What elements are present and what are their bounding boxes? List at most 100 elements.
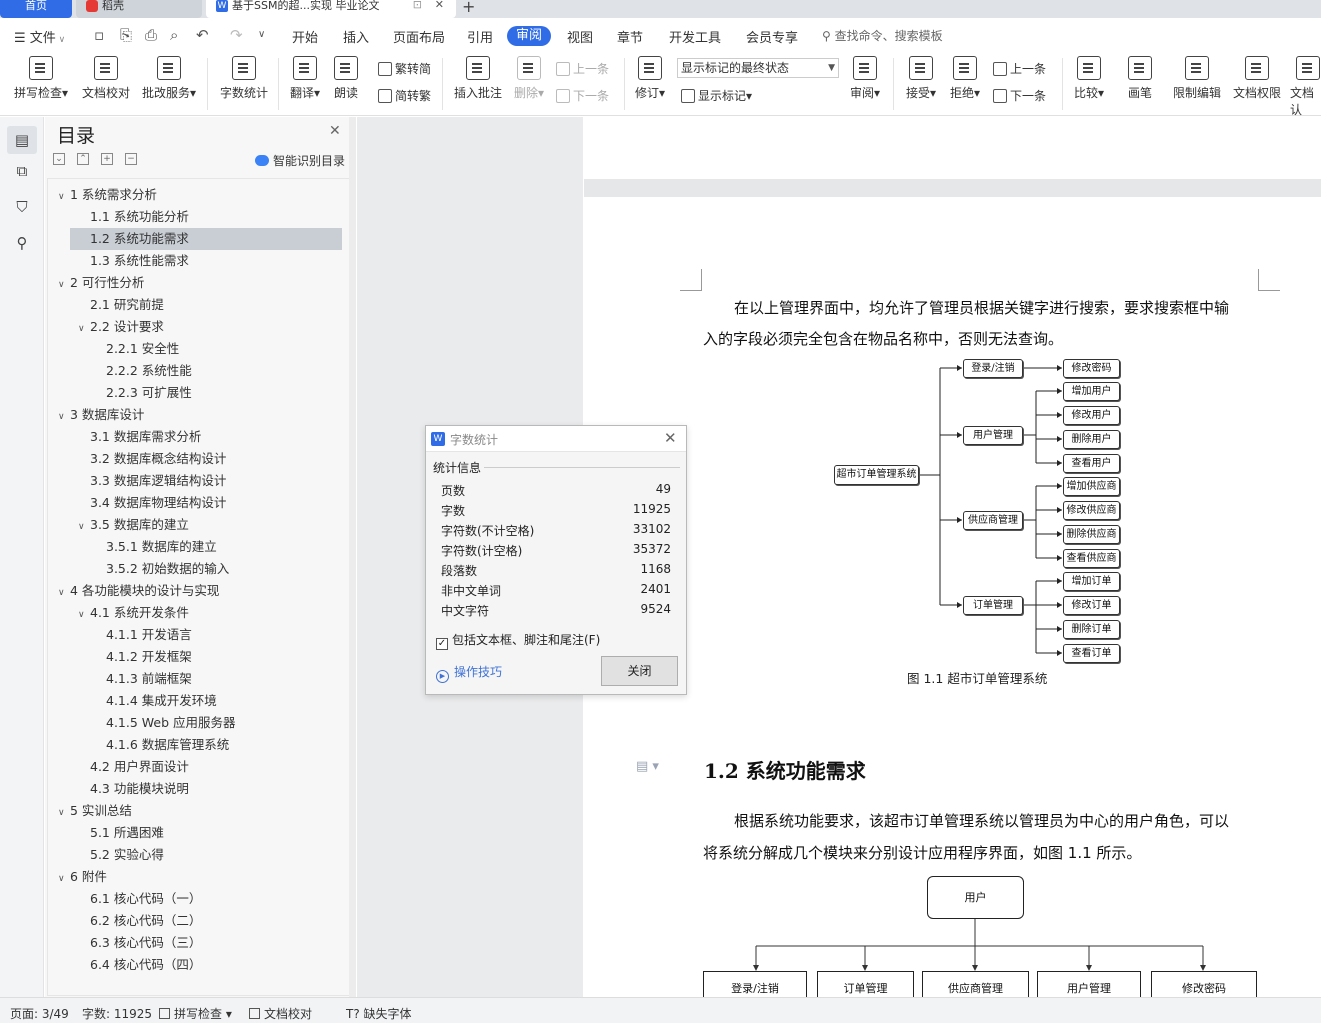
tab-pin-icon[interactable]: ⊡ [413, 0, 422, 11]
word-count-indicator[interactable]: 字数: 11925 [82, 1005, 152, 1022]
menu-insert[interactable]: 插入 [343, 27, 369, 46]
tips-link[interactable]: ▶ 操作技巧 [436, 663, 502, 683]
delete-comment-button[interactable]: 删除▾ [510, 56, 548, 101]
smart-toc-button[interactable]: 智能识别目录 [255, 152, 345, 169]
tab-close-icon[interactable]: ✕ [435, 0, 444, 11]
expand-arrow-icon[interactable]: ∨ [78, 318, 90, 340]
toc-item[interactable]: 3.5.1 数据库的建立 [106, 536, 217, 558]
save-icon[interactable]: ▫ [94, 26, 104, 44]
toc-item[interactable]: ∨ 2 可行性分析 [58, 272, 144, 294]
menu-file[interactable]: ☰ 文件 ∨ [14, 27, 65, 46]
expand-level-icon[interactable]: ⌃ [77, 153, 89, 165]
menu-references[interactable]: 引用 [467, 27, 493, 46]
print-icon[interactable]: ⎙ [145, 26, 157, 44]
word-count-button[interactable]: 字数统计 [218, 56, 270, 101]
expand-arrow-icon[interactable]: ∨ [78, 516, 90, 538]
missing-fonts-indicator[interactable]: T? 缺失字体 [346, 1005, 412, 1022]
collapse-all-icon[interactable]: ⌄ [53, 153, 65, 165]
toc-item[interactable]: 4.1.1 开发语言 [106, 624, 192, 646]
toc-item[interactable]: 6.2 核心代码（二） [90, 910, 201, 932]
close-icon[interactable]: ✕ [329, 123, 341, 139]
dialog-titlebar[interactable]: W 字数统计 ✕ [426, 426, 686, 452]
doc-permission-button[interactable]: 文档权限 [1230, 56, 1284, 101]
command-search[interactable]: ⚲ 查找命令、搜索模板 [822, 27, 943, 44]
toc-item[interactable]: 5.2 实验心得 [90, 844, 164, 866]
toc-item[interactable]: 1.3 系统性能需求 [90, 250, 189, 272]
expand-arrow-icon[interactable]: ∨ [58, 406, 70, 428]
add-heading-icon[interactable]: + [101, 153, 113, 165]
chapter-nav-icon[interactable]: ⧉ [12, 161, 32, 181]
expand-arrow-icon[interactable]: ∨ [58, 582, 70, 604]
toc-item[interactable]: ∨ 3.5 数据库的建立 [78, 514, 189, 536]
status-spell-check[interactable]: 拼写检查 ▾ [159, 1005, 232, 1022]
expand-arrow-icon[interactable]: ∨ [58, 802, 70, 824]
expand-arrow-icon[interactable]: ∨ [58, 186, 70, 208]
menu-view[interactable]: 视图 [567, 27, 593, 46]
quick-access-more-icon[interactable]: ∨ [258, 29, 265, 40]
toc-item[interactable]: ∨ 5 实训总结 [58, 800, 132, 822]
new-tab-plus-icon[interactable]: + [462, 0, 475, 16]
toc-item[interactable]: ∨ 4.1 系统开发条件 [78, 602, 189, 624]
toc-item[interactable]: 1.2 系统功能需求 [70, 228, 342, 250]
next-comment-button[interactable]: 下一条 [556, 87, 609, 104]
toc-item[interactable]: 6.3 核心代码（三） [90, 932, 201, 954]
toc-item[interactable]: 3.5.2 初始数据的输入 [106, 558, 229, 580]
bookmark-icon[interactable]: ⛉ [12, 197, 32, 217]
tab-daoke[interactable]: 稻壳 [76, 0, 202, 18]
toc-item[interactable]: 3.3 数据库逻辑结构设计 [90, 470, 226, 492]
close-button[interactable]: 关闭 [601, 656, 678, 686]
next-change-button[interactable]: 下一条 [993, 87, 1046, 104]
prev-change-button[interactable]: 上一条 [993, 60, 1046, 77]
expand-arrow-icon[interactable]: ∨ [58, 274, 70, 296]
toc-item[interactable]: ∨ 3 数据库设计 [58, 404, 144, 426]
document-page[interactable]: 在以上管理界面中，均允许了管理员根据关键字进行搜索，要求搜索框中输 入的字段必须… [584, 197, 1321, 1001]
batch-service-button[interactable]: 批改服务▾ [140, 56, 198, 101]
menu-developer[interactable]: 开发工具 [669, 27, 721, 46]
compare-button[interactable]: 比较▾ [1070, 56, 1108, 101]
tab-home[interactable]: 首页 [0, 0, 72, 18]
toc-item[interactable]: 5.1 所遇困难 [90, 822, 164, 844]
print-preview-icon[interactable]: ⌕ [170, 26, 178, 44]
toc-item[interactable]: 2.1 研究前提 [90, 294, 164, 316]
expand-arrow-icon[interactable]: ∨ [78, 604, 90, 626]
spell-check-button[interactable]: 拼写检查▾ [12, 56, 70, 101]
redo-icon[interactable]: ↷ [230, 26, 243, 44]
toc-item[interactable]: 3.1 数据库需求分析 [90, 426, 201, 448]
doc-auth-button[interactable]: 文档认 [1290, 56, 1321, 118]
doc-proofread-button[interactable]: 文档校对 [80, 56, 132, 101]
toc-item[interactable]: ∨ 1 系统需求分析 [58, 184, 157, 206]
toc-panel-icon[interactable]: ▤ [7, 126, 37, 154]
menu-chapter[interactable]: 章节 [617, 27, 643, 46]
reject-change-button[interactable]: 拒绝▾ [946, 56, 984, 101]
remove-heading-icon[interactable]: − [125, 153, 137, 165]
read-aloud-button[interactable]: 朗读 [330, 56, 362, 101]
toc-item[interactable]: ∨ 2.2 设计要求 [78, 316, 164, 338]
menu-layout[interactable]: 页面布局 [393, 27, 445, 46]
toc-item[interactable]: 2.2.1 安全性 [106, 338, 179, 360]
close-icon[interactable]: ✕ [664, 429, 677, 447]
toc-item[interactable]: 4.2 用户界面设计 [90, 756, 189, 778]
show-markup-button[interactable]: 显示标记▾ [681, 87, 752, 104]
toc-scrollbar[interactable] [349, 117, 356, 997]
track-changes-button[interactable]: 修订▾ [632, 56, 668, 101]
tab-document[interactable]: W 基于SSM的超...实现 毕业论文 ⊡ ✕ [206, 0, 456, 18]
search-icon[interactable]: ⚲ [12, 233, 32, 253]
include-footnotes-checkbox[interactable]: ✓ 包括文本框、脚注和尾注(F) [436, 631, 600, 650]
toc-item[interactable]: ∨ 6 附件 [58, 866, 107, 888]
undo-icon[interactable]: ↶ [196, 26, 209, 44]
expand-arrow-icon[interactable]: ∨ [58, 868, 70, 890]
toc-item[interactable]: 4.1.3 前端框架 [106, 668, 192, 690]
toc-item[interactable]: 3.2 数据库概念结构设计 [90, 448, 226, 470]
pen-button[interactable]: 画笔 [1124, 56, 1156, 101]
trad-to-simp-button[interactable]: 繁转简 [378, 60, 431, 77]
toc-item[interactable]: 2.2.2 系统性能 [106, 360, 192, 382]
toc-item[interactable]: 6.1 核心代码（一） [90, 888, 201, 910]
toc-item[interactable]: 2.2.3 可扩展性 [106, 382, 192, 404]
export-pdf-icon[interactable]: ⎘ [120, 26, 132, 44]
toc-item[interactable]: 4.1.2 开发框架 [106, 646, 192, 668]
toc-item[interactable]: 3.4 数据库物理结构设计 [90, 492, 226, 514]
prev-comment-button[interactable]: 上一条 [556, 60, 609, 77]
simp-to-trad-button[interactable]: 简转繁 [378, 87, 431, 104]
restrict-editing-button[interactable]: 限制编辑 [1170, 56, 1224, 101]
toc-item[interactable]: ∨ 4 各功能模块的设计与实现 [58, 580, 219, 602]
